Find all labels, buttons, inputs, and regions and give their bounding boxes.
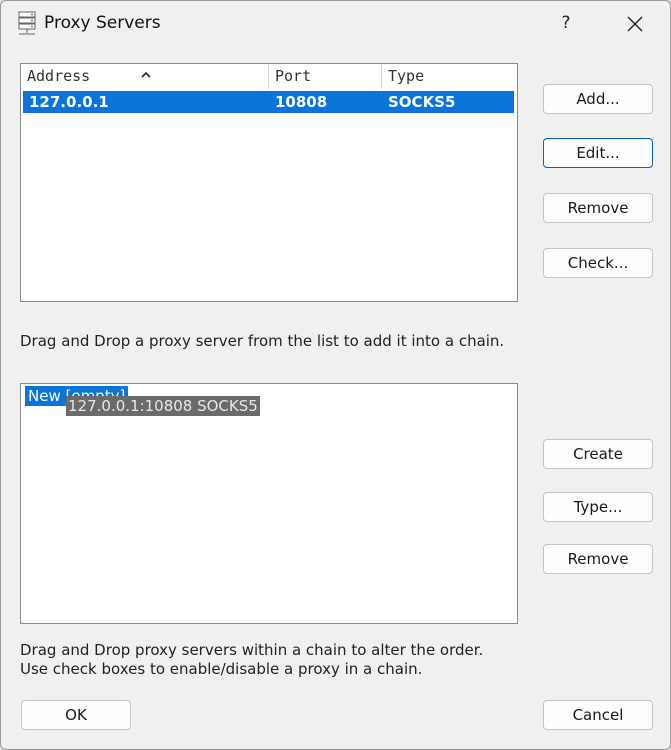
proxy-server-list[interactable]: Address Port Type 127.0.0.1 10808 SOCKS5 [20,63,518,302]
list-header: Address Port Type [21,64,515,89]
remove-chain-button[interactable]: Remove [543,544,653,574]
add-button[interactable]: Add... [543,84,653,114]
cell-port: 10808 [275,93,328,111]
check-button[interactable]: Check... [543,248,653,278]
chains-hint-line1: Drag and Drop proxy servers within a cha… [20,641,484,659]
column-header-type[interactable]: Type [382,64,515,89]
edit-button[interactable]: Edit... [543,138,653,168]
cell-type: SOCKS5 [388,93,456,111]
cell-address: 127.0.0.1 [29,93,109,111]
proxy-chain-list[interactable]: New [empty] 127.0.0.1:10808 SOCKS5 [20,383,518,624]
title-bar: Proxy Servers ? [1,1,670,47]
proxy-servers-dialog: Proxy Servers ? Address Port Type 127.0.… [0,0,671,750]
ok-button[interactable]: OK [21,700,131,730]
cancel-button[interactable]: Cancel [543,700,653,730]
close-button[interactable] [617,6,653,42]
type-button[interactable]: Type... [543,492,653,522]
sort-ascending-icon [140,64,152,78]
close-icon [627,16,643,32]
server-icon [17,11,37,37]
servers-hint: Drag and Drop a proxy server from the li… [20,332,505,350]
table-row[interactable]: 127.0.0.1 10808 SOCKS5 [23,91,514,113]
column-header-address[interactable]: Address [21,64,269,89]
create-button[interactable]: Create [543,439,653,469]
drag-preview: 127.0.0.1:10808 SOCKS5 [66,396,260,416]
chains-hint-line2: Use check boxes to enable/disable a prox… [20,660,423,678]
help-button[interactable]: ? [550,7,582,39]
column-label: Address [27,67,91,85]
column-header-port[interactable]: Port [269,64,382,89]
remove-server-button[interactable]: Remove [543,193,653,223]
window-title: Proxy Servers [44,13,161,33]
